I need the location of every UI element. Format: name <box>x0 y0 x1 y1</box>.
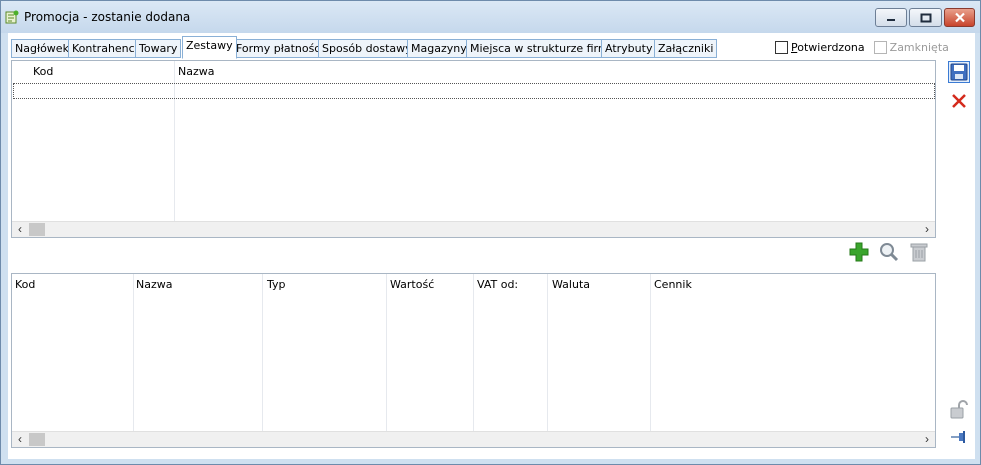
tab-label: Magazyny <box>411 42 467 55</box>
delete-button <box>908 241 930 263</box>
maximize-icon <box>920 13 931 22</box>
trash-icon <box>910 243 928 262</box>
column-divider <box>262 274 263 431</box>
column-divider <box>133 274 134 431</box>
promotion-window: Promocja - zostanie dodana Nagłówek Kont… <box>0 0 981 465</box>
tab-naglowek[interactable]: Nagłówek <box>11 39 73 58</box>
search-button[interactable] <box>878 241 900 263</box>
scroll-thumb[interactable] <box>29 223 45 236</box>
pin-button[interactable] <box>948 426 970 448</box>
tab-label: Nagłówek <box>15 42 69 55</box>
scroll-thumb[interactable] <box>29 433 45 446</box>
scroll-right-icon[interactable]: › <box>920 223 934 237</box>
minimize-icon <box>887 18 895 21</box>
column-header-vat-od[interactable]: VAT od: <box>474 274 518 294</box>
horizontal-scrollbar[interactable]: ‹ › <box>12 431 935 447</box>
red-x-icon <box>952 94 966 108</box>
column-divider <box>547 274 548 431</box>
close-icon <box>954 12 965 23</box>
tab-label: Formy płatności <box>236 42 324 55</box>
selected-row[interactable] <box>13 83 935 99</box>
sets-grid[interactable]: Kod Nazwa ‹ › <box>11 60 936 238</box>
window-title: Promocja - zostanie dodana <box>24 10 191 24</box>
green-plus-icon <box>849 242 869 262</box>
tab-magazyny[interactable]: Magazyny <box>407 39 471 58</box>
zamknieta-checkbox <box>873 41 887 54</box>
tab-label: Kontrahenci <box>72 42 138 55</box>
tab-label: Sposób dostawy <box>322 42 412 55</box>
scroll-left-icon[interactable]: ‹ <box>13 223 27 237</box>
potwierdzona-label[interactable]: Potwierdzona <box>791 41 865 54</box>
lock-button <box>948 399 970 421</box>
magnifier-icon <box>880 243 899 262</box>
title-bar[interactable]: Promocja - zostanie dodana <box>1 1 980 33</box>
window-client-area: Nagłówek Kontrahenci Towary Zestawy Form… <box>8 33 975 459</box>
tab-label: Atrybuty <box>605 42 653 55</box>
column-header-nazwa[interactable]: Nazwa <box>133 274 172 294</box>
tab-zestawy[interactable]: Zestawy <box>182 36 237 59</box>
column-divider <box>473 274 474 431</box>
cancel-button[interactable] <box>948 90 970 112</box>
maximize-button[interactable] <box>909 8 942 27</box>
scroll-right-icon[interactable]: › <box>920 433 934 447</box>
promotion-icon <box>5 10 19 24</box>
tab-towary[interactable]: Towary <box>135 39 182 58</box>
tab-label: Zestawy <box>186 39 233 52</box>
potwierdzona-checkbox[interactable] <box>775 41 788 54</box>
add-button[interactable] <box>848 241 870 263</box>
column-divider <box>650 274 651 431</box>
tab-label: Załączniki <box>658 42 714 55</box>
column-header-cennik[interactable]: Cennik <box>651 274 692 294</box>
tab-label: Towary <box>139 42 178 55</box>
column-header-waluta[interactable]: Waluta <box>549 274 590 294</box>
column-divider <box>386 274 387 431</box>
set-elements-grid[interactable]: Kod Nazwa Typ Wartość VAT od: Waluta Cen… <box>11 273 936 448</box>
tab-miejsca-w-strukturze-firmy[interactable]: Miejsca w strukturze firmy <box>466 39 620 58</box>
tab-atrybuty[interactable]: Atrybuty <box>601 39 657 58</box>
column-header-kod[interactable]: Kod <box>30 61 53 81</box>
save-button[interactable] <box>948 61 970 83</box>
tab-formy-platnosci[interactable]: Formy płatności <box>232 39 328 58</box>
minimize-button[interactable] <box>875 8 907 27</box>
floppy-disk-icon <box>950 63 968 81</box>
column-header-typ[interactable]: Typ <box>264 274 286 294</box>
column-header-wartosc[interactable]: Wartość <box>387 274 434 294</box>
tab-sposob-dostawy[interactable]: Sposób dostawy <box>318 39 416 58</box>
tab-label: Miejsca w strukturze firmy <box>470 42 616 55</box>
close-button[interactable] <box>944 8 975 27</box>
tab-kontrahenci[interactable]: Kontrahenci <box>68 39 142 58</box>
column-header-nazwa[interactable]: Nazwa <box>175 61 214 81</box>
padlock-icon <box>950 400 968 419</box>
pin-icon <box>951 431 965 443</box>
column-header-kod[interactable]: Kod <box>12 274 35 294</box>
zamknieta-label: Zamknięta <box>889 41 949 54</box>
status-checkboxes: Potwierdzona Zamknięta <box>775 41 949 54</box>
scroll-left-icon[interactable]: ‹ <box>13 433 27 447</box>
tab-zalaczniki[interactable]: Załączniki <box>654 39 718 58</box>
horizontal-scrollbar[interactable]: ‹ › <box>12 221 935 237</box>
